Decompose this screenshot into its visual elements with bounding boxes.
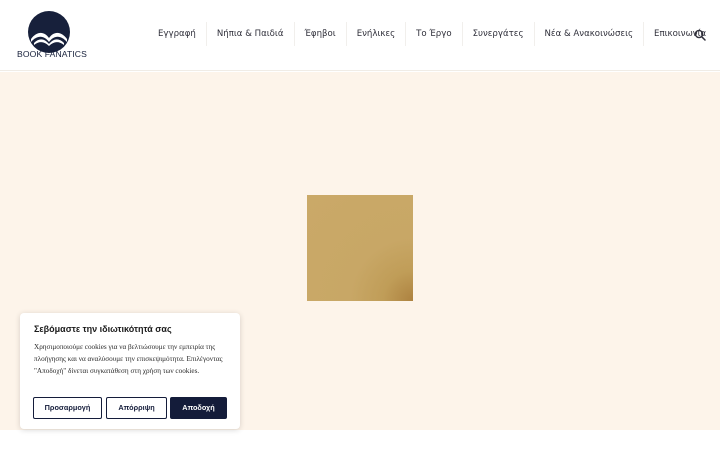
site-header: BOOK FANATICS Εγγραφή Νήπια & Παιδιά Έφη… (0, 0, 720, 71)
nav-item-adults[interactable]: Ενήλικες (345, 22, 405, 46)
nav-item-register[interactable]: Εγγραφή (148, 22, 206, 46)
nav-item-toddlers-kids[interactable]: Νήπια & Παιδιά (205, 22, 294, 46)
cookie-reject-button[interactable]: Απόρριψη (106, 397, 167, 419)
nav-item-news[interactable]: Νέα & Ανακοινώσεις (533, 22, 644, 46)
cookie-customize-button[interactable]: Προσαρμογή (33, 397, 102, 419)
cookie-banner-title: Σεβόμαστε την ιδιωτικότητά σας (34, 324, 172, 334)
search-icon[interactable] (694, 29, 706, 41)
main-navigation: Εγγραφή Νήπια & Παιδιά Έφηβοι Ενήλικες Τ… (148, 22, 716, 46)
nav-item-teens[interactable]: Έφηβοι (293, 22, 346, 46)
cookie-banner-text: Χρησιμοποιούμε cookies για να βελτιώσουμ… (34, 343, 223, 375)
site-logo[interactable]: BOOK FANATICS (8, 8, 92, 64)
nav-item-project[interactable]: Το Έργο (405, 22, 461, 46)
hero-image-placeholder (307, 195, 413, 301)
nav-item-partners[interactable]: Συνεργάτες (461, 22, 534, 46)
brand-name: BOOK FANATICS (17, 49, 87, 59)
cookie-consent-banner: Σεβόμαστε την ιδιωτικότητά σας Χρησιμοπο… (20, 313, 240, 429)
cookie-accept-button[interactable]: Αποδοχή (170, 397, 227, 419)
open-book-circle-icon (28, 11, 70, 53)
